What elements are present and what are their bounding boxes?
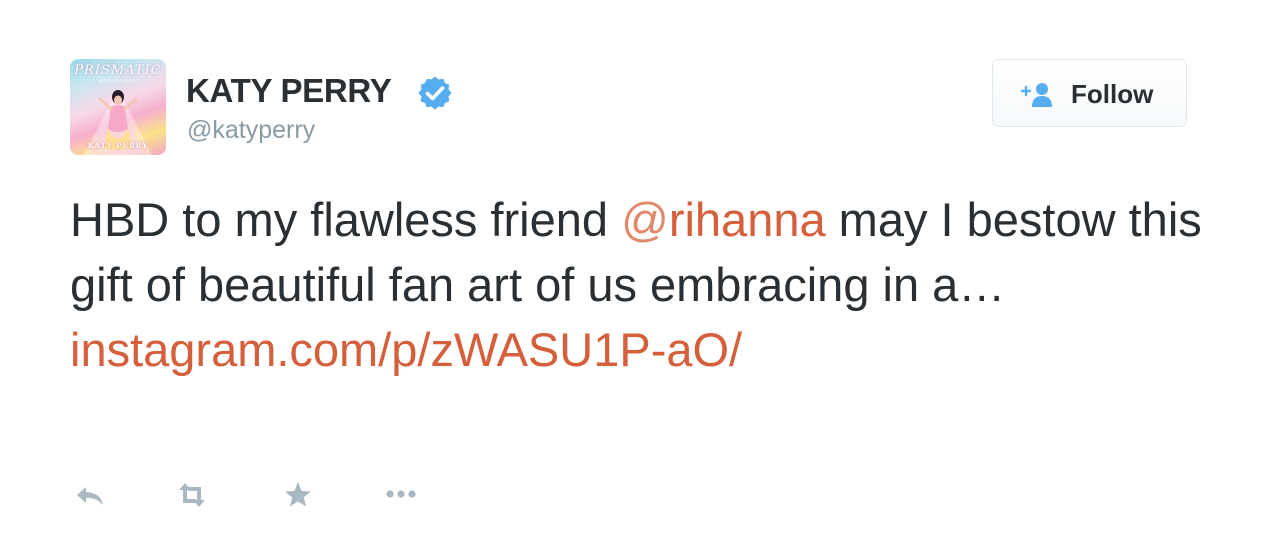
follow-button-label: Follow bbox=[1071, 79, 1154, 109]
mention-link[interactable]: @rihanna bbox=[621, 193, 826, 246]
tweet-text-before: HBD to my flawless friend bbox=[70, 193, 622, 246]
mention-at-sign: @ bbox=[621, 193, 669, 246]
display-name[interactable]: KATY PERRY bbox=[186, 72, 392, 110]
avatar-title: PRISMATIC bbox=[74, 63, 162, 78]
tweet-url-link[interactable]: instagram.com/p/zWASU1P-aO/ bbox=[70, 323, 742, 376]
reply-icon[interactable] bbox=[72, 477, 108, 513]
more-dots-icon[interactable] bbox=[382, 477, 422, 513]
avatar-subtitle: WORLD TOUR bbox=[99, 78, 137, 83]
follow-button[interactable]: Follow bbox=[992, 59, 1187, 127]
follow-person-plus-icon bbox=[1020, 83, 1052, 107]
avatar-name: KATY PERRY bbox=[87, 141, 149, 150]
tweet-card: PRISMATIC WORLD TOUR KATY PERRY KATY PER… bbox=[0, 0, 1268, 534]
avatar[interactable]: PRISMATIC WORLD TOUR KATY PERRY bbox=[70, 59, 166, 155]
mention-name: rihanna bbox=[668, 193, 826, 246]
tweet-text: HBD to my flawless friend @rihanna may I… bbox=[70, 187, 1210, 382]
verified-badge-icon bbox=[418, 76, 452, 110]
screen-name[interactable]: @katyperry bbox=[187, 116, 315, 145]
star-icon[interactable] bbox=[280, 477, 316, 513]
retweet-icon[interactable] bbox=[174, 477, 210, 513]
